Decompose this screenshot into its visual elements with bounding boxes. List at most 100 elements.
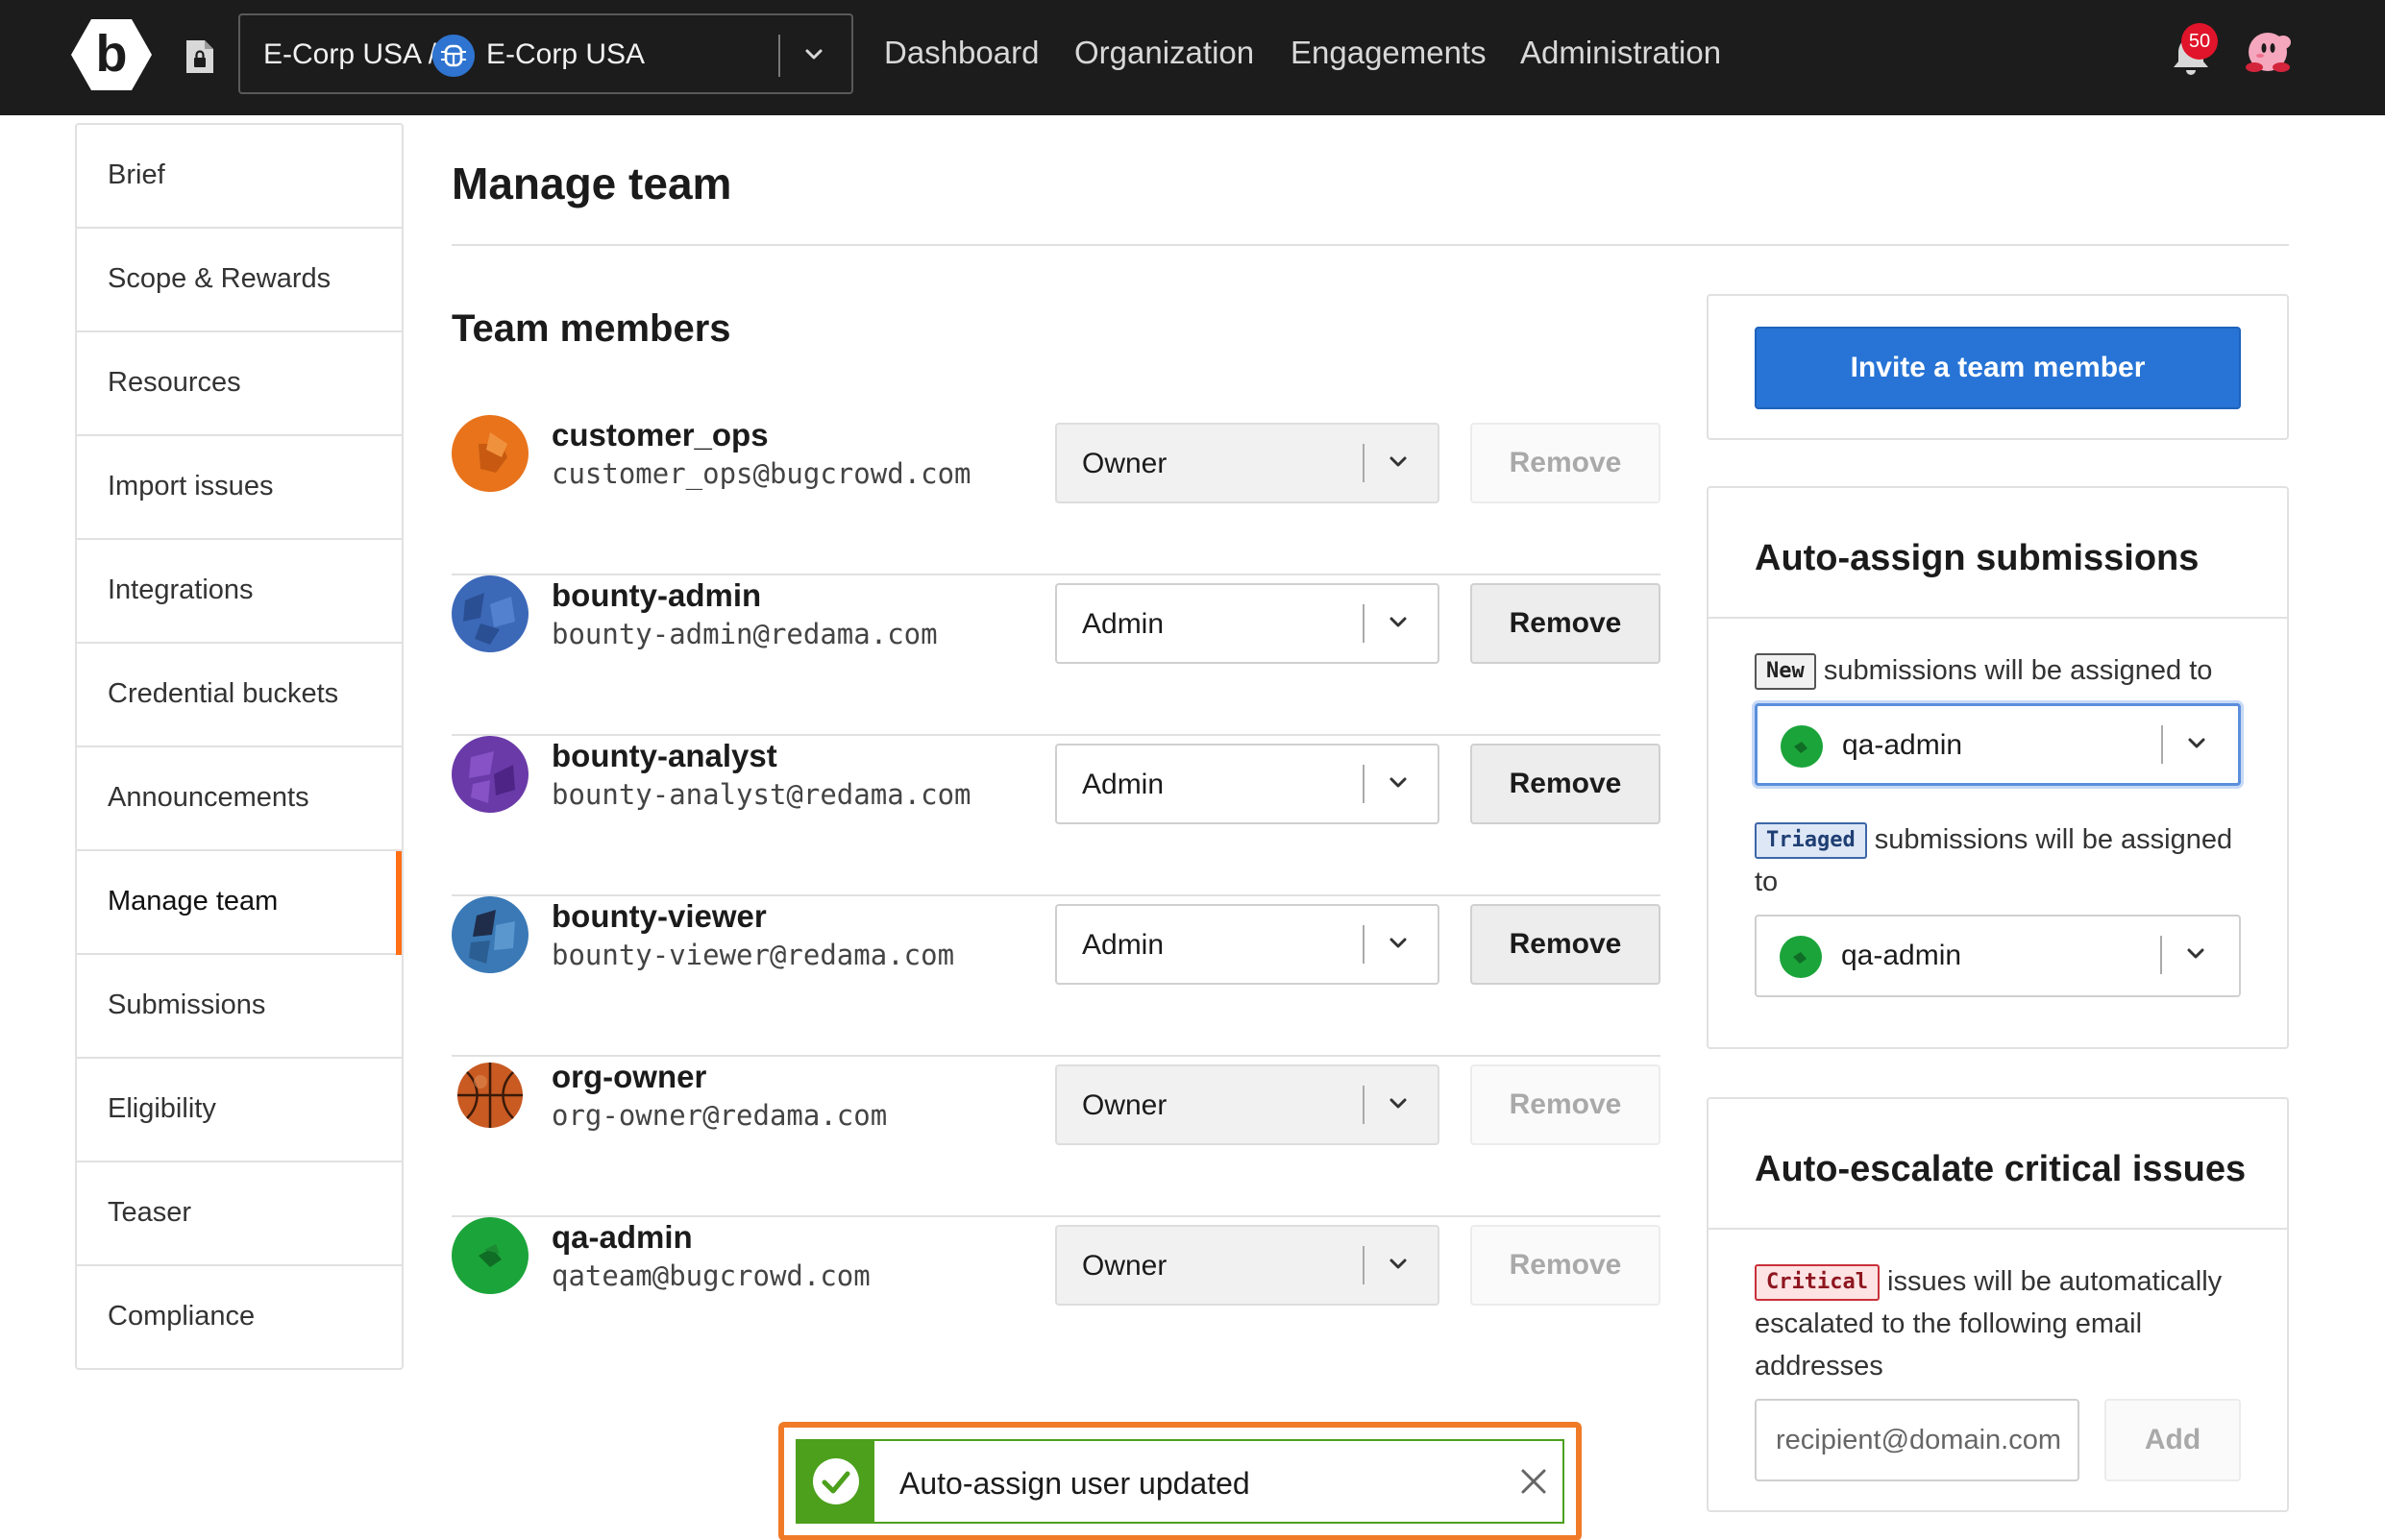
close-icon[interactable] bbox=[1518, 1466, 1549, 1497]
select-divider bbox=[2160, 936, 2162, 974]
nav-administration[interactable]: Administration bbox=[1520, 35, 1721, 71]
auto-assign-heading: Auto-assign submissions bbox=[1755, 538, 2200, 578]
panel-divider bbox=[1709, 1228, 2287, 1230]
member-email: bounty-analyst@redama.com bbox=[552, 778, 971, 811]
triaged-assignee-select[interactable]: qa-admin bbox=[1755, 915, 2241, 997]
member-username: bounty-analyst bbox=[552, 738, 777, 773]
select-divider bbox=[778, 35, 780, 77]
chevron-down-icon bbox=[1389, 1098, 1407, 1109]
new-assignment-text: New submissions will be assigned to bbox=[1755, 649, 2254, 692]
sidebar-item-submissions[interactable]: Submissions bbox=[77, 955, 402, 1059]
bugcrowd-logo-icon[interactable]: b bbox=[71, 17, 152, 92]
team-member-row: bounty-admin bounty-admin@redama.com Adm… bbox=[452, 575, 1660, 736]
nav-dashboard[interactable]: Dashboard bbox=[884, 35, 1039, 71]
sidebar-item-label: Brief bbox=[108, 159, 165, 190]
member-role-select: Owner bbox=[1055, 1225, 1439, 1306]
organization-badge-icon bbox=[432, 35, 475, 77]
add-recipient-button: Add bbox=[2104, 1399, 2241, 1481]
sidebar-item-manage-team[interactable]: Manage team bbox=[77, 851, 402, 955]
member-username: bounty-viewer bbox=[552, 898, 767, 934]
member-role-select: Owner bbox=[1055, 423, 1439, 503]
sidebar-item-eligibility[interactable]: Eligibility bbox=[77, 1059, 402, 1162]
chevron-down-icon bbox=[2188, 738, 2205, 748]
role-value: Owner bbox=[1082, 1089, 1168, 1121]
chevron-down-icon bbox=[1389, 777, 1407, 788]
sidebar-item-label: Eligibility bbox=[108, 1093, 216, 1124]
sidebar-item-import-issues[interactable]: Import issues bbox=[77, 436, 402, 540]
sidebar-item-label: Scope & Rewards bbox=[108, 263, 332, 294]
member-avatar-icon bbox=[452, 415, 529, 492]
assignee-value: qa-admin bbox=[1841, 940, 1962, 971]
member-username: org-owner bbox=[552, 1059, 707, 1094]
nav-engagements[interactable]: Engagements bbox=[1291, 35, 1487, 71]
role-value: Admin bbox=[1082, 608, 1165, 640]
auto-assign-panel: Auto-assign submissions New submissions … bbox=[1707, 486, 2289, 1049]
chevron-down-icon bbox=[1389, 456, 1407, 467]
escalation-description: Critical issues will be automatically es… bbox=[1755, 1260, 2254, 1387]
team-member-row: org-owner org-owner@redama.com Owner Rem… bbox=[452, 1057, 1660, 1217]
remove-member-button[interactable]: Remove bbox=[1470, 904, 1660, 985]
sidebar-item-teaser[interactable]: Teaser bbox=[77, 1162, 402, 1266]
toast-highlight: Auto-assign user updated bbox=[778, 1422, 1582, 1540]
member-role-select[interactable]: Admin bbox=[1055, 744, 1439, 824]
sidebar-item-label: Compliance bbox=[108, 1301, 256, 1332]
recipient-email-input[interactable]: recipient@domain.com bbox=[1755, 1399, 2079, 1481]
member-username: customer_ops bbox=[552, 417, 769, 452]
basketball-avatar-icon bbox=[457, 1063, 523, 1128]
select-divider bbox=[2161, 725, 2163, 764]
member-role-select[interactable]: Admin bbox=[1055, 583, 1439, 664]
sidebar-item-scope-rewards[interactable]: Scope & Rewards bbox=[77, 229, 402, 332]
member-username: qa-admin bbox=[552, 1219, 693, 1255]
role-value: Owner bbox=[1082, 448, 1168, 479]
new-assignee-select[interactable]: qa-admin bbox=[1755, 703, 2241, 786]
select-divider bbox=[1363, 444, 1365, 482]
remove-member-button: Remove bbox=[1470, 1225, 1660, 1306]
team-member-row: customer_ops customer_ops@bugcrowd.com O… bbox=[452, 415, 1660, 575]
sidebar-item-label: Announcements bbox=[108, 782, 309, 813]
sidebar-item-announcements[interactable]: Announcements bbox=[77, 747, 402, 851]
remove-member-button[interactable]: Remove bbox=[1470, 744, 1660, 824]
check-circle-icon bbox=[813, 1458, 859, 1504]
page-title: Manage team bbox=[452, 159, 732, 208]
organization-selector[interactable]: E-Corp USA / E-Corp USA bbox=[238, 13, 853, 94]
nav-organization[interactable]: Organization bbox=[1074, 35, 1254, 71]
top-navigation-bar: b E-Corp USA / E-Corp USA Dashboard Orga… bbox=[0, 0, 2385, 115]
document-lock-icon[interactable] bbox=[184, 38, 215, 75]
success-toast: Auto-assign user updated bbox=[796, 1439, 1564, 1524]
member-username: bounty-admin bbox=[552, 577, 762, 613]
chevron-down-icon bbox=[1389, 617, 1407, 627]
member-avatar-icon bbox=[452, 1217, 529, 1294]
notification-count-badge: 50 bbox=[2181, 23, 2218, 60]
sidebar-item-compliance[interactable]: Compliance bbox=[77, 1266, 402, 1370]
remove-member-button: Remove bbox=[1470, 1064, 1660, 1145]
member-email: bounty-admin@redama.com bbox=[552, 618, 938, 650]
member-avatar-icon bbox=[452, 896, 529, 973]
triaged-assignment-text: Triaged submissions will be assigned to bbox=[1755, 819, 2254, 903]
settings-sidebar: Brief Scope & Rewards Resources Import i… bbox=[75, 123, 404, 1370]
sidebar-item-label: Import issues bbox=[108, 471, 274, 501]
remove-member-button[interactable]: Remove bbox=[1470, 583, 1660, 664]
sidebar-item-label: Resources bbox=[108, 367, 241, 398]
sidebar-item-credential-buckets[interactable]: Credential buckets bbox=[77, 644, 402, 747]
user-avatar-icon[interactable] bbox=[2245, 25, 2295, 75]
select-divider bbox=[1363, 604, 1365, 643]
chevron-down-icon bbox=[2187, 948, 2204, 959]
member-avatar-icon bbox=[452, 736, 529, 813]
remove-member-button: Remove bbox=[1470, 423, 1660, 503]
sidebar-item-resources[interactable]: Resources bbox=[77, 332, 402, 436]
member-email: customer_ops@bugcrowd.com bbox=[552, 457, 971, 490]
member-email: bounty-viewer@redama.com bbox=[552, 939, 955, 971]
invite-team-member-button[interactable]: Invite a team member bbox=[1755, 327, 2241, 409]
triaged-status-tag: Triaged bbox=[1755, 822, 1867, 860]
panel-divider bbox=[1709, 617, 2287, 619]
auto-escalate-panel: Auto-escalate critical issues Critical i… bbox=[1707, 1097, 2289, 1512]
role-value: Owner bbox=[1082, 1250, 1168, 1282]
member-role-select[interactable]: Admin bbox=[1055, 904, 1439, 985]
sidebar-item-brief[interactable]: Brief bbox=[77, 125, 402, 229]
sidebar-item-label: Credential buckets bbox=[108, 678, 339, 709]
sidebar-item-label: Integrations bbox=[108, 574, 254, 605]
select-divider bbox=[1363, 1086, 1365, 1124]
select-divider bbox=[1363, 925, 1365, 964]
sidebar-item-label: Submissions bbox=[108, 990, 266, 1020]
sidebar-item-integrations[interactable]: Integrations bbox=[77, 540, 402, 644]
